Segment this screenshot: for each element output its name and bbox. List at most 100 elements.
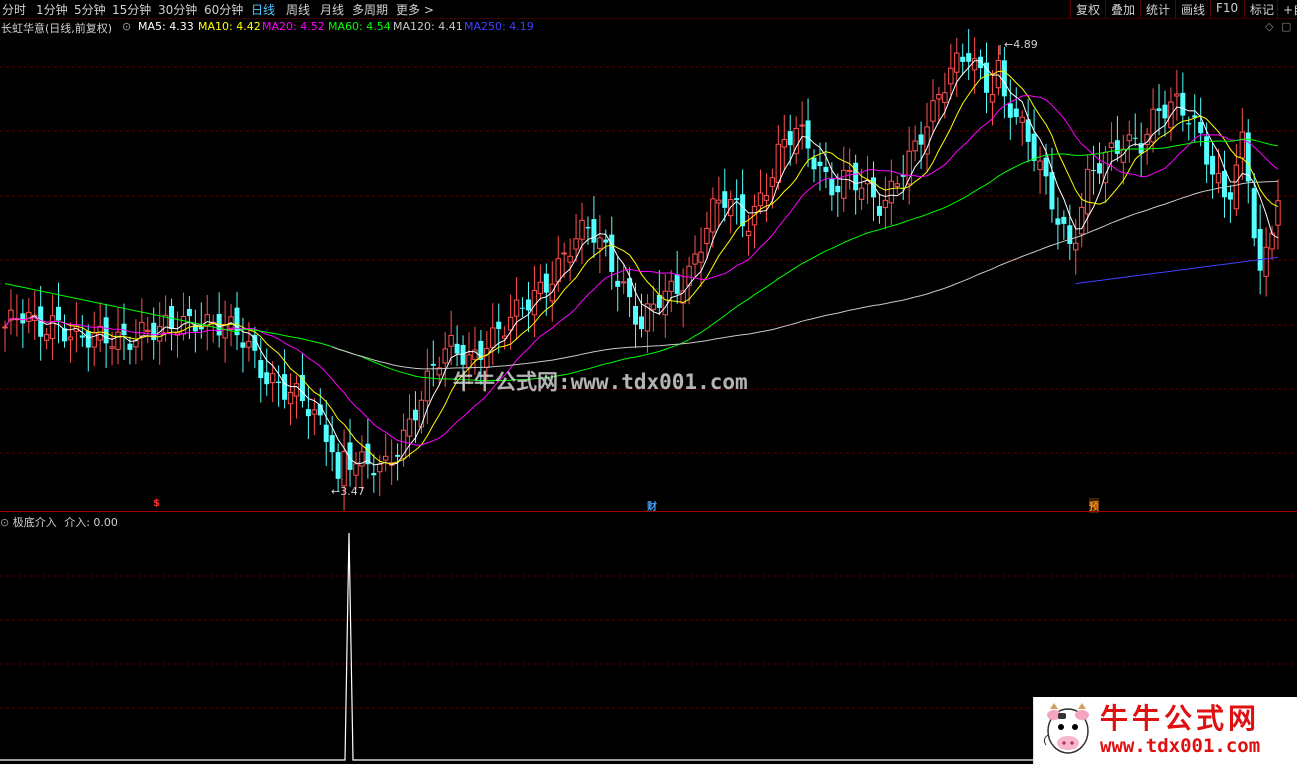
- panel-divider[interactable]: [0, 511, 1297, 512]
- candle-body-down: [829, 178, 835, 196]
- candle-body-down: [543, 273, 549, 293]
- candle-body-up: [567, 255, 573, 263]
- logo-url: www.tdx001.com: [1100, 735, 1261, 757]
- candle-body-up: [579, 219, 585, 240]
- candle-body-up: [662, 290, 668, 316]
- candle-body-down: [305, 409, 311, 417]
- candle-body-down: [591, 219, 597, 243]
- candle-body-down: [276, 381, 282, 383]
- logo-title: 牛牛公式网: [1100, 702, 1261, 735]
- candle-body-up: [989, 94, 996, 103]
- candle-body-up: [763, 195, 770, 201]
- candle-body-up: [531, 289, 538, 316]
- candle-body-down: [127, 343, 133, 350]
- candle-body-down: [722, 191, 728, 208]
- candle-body-up: [924, 126, 930, 155]
- candle-body-up: [1263, 246, 1269, 277]
- candle-body-up: [1084, 168, 1091, 215]
- candle-body-down: [1198, 121, 1204, 134]
- candle-body-up: [537, 281, 544, 295]
- candle-body-up: [894, 183, 900, 187]
- candle-body-down: [1067, 225, 1073, 244]
- candle-body-down: [1210, 155, 1216, 175]
- candle-body-up: [650, 303, 657, 310]
- candle-body-up: [222, 324, 228, 339]
- candle-body-up: [942, 92, 948, 103]
- candle-body-down: [817, 161, 823, 166]
- candle-body-up: [745, 230, 752, 236]
- candle-body-up: [43, 333, 50, 341]
- candle-body-up: [97, 325, 103, 341]
- candle-body-up: [507, 316, 514, 331]
- indicator-settings-icon[interactable]: ⊙: [0, 516, 9, 529]
- candle-body-up: [145, 329, 151, 332]
- stock-title: 长虹华意(日线,前复权): [1, 22, 113, 35]
- indicator-value: 介入: 0.00: [64, 516, 118, 529]
- candle-body-up: [858, 187, 865, 200]
- expand-icon[interactable]: ▢: [1281, 20, 1291, 33]
- candle-body-down: [603, 239, 609, 243]
- candle-body-down: [1251, 188, 1257, 239]
- candle-body-down: [674, 274, 680, 294]
- candle-body-up: [912, 140, 918, 152]
- candle-body-up: [109, 346, 115, 349]
- indicator-legend: ⊙ 极底介入 介入: 0.00: [0, 514, 118, 530]
- candle-body-down: [1091, 170, 1097, 172]
- high-price-label: ←4.89: [1004, 38, 1038, 51]
- candle-body-down: [853, 162, 859, 191]
- candle-body-down: [1221, 170, 1227, 198]
- candle-body-down: [430, 363, 436, 366]
- marker-dollar[interactable]: $: [153, 498, 160, 509]
- candle-body-down: [1180, 92, 1186, 116]
- candle-body-up: [692, 253, 698, 265]
- candle-body-up: [377, 463, 383, 473]
- candle-body-down: [20, 313, 26, 324]
- candle-body-down: [1227, 192, 1233, 200]
- candle-body-up: [448, 334, 454, 347]
- candle-body-up: [490, 327, 496, 348]
- candle-body-up: [311, 409, 318, 415]
- candle-body-up: [49, 315, 56, 339]
- candle-body-up: [620, 281, 627, 284]
- candle-body-up: [555, 258, 561, 283]
- marker-dollar-text: $: [153, 498, 160, 509]
- high-value: 4.89: [1013, 38, 1038, 51]
- diamond-icon[interactable]: ◇: [1265, 20, 1273, 33]
- candle-body-up: [341, 451, 347, 487]
- ma250-label: MA250: 4.19: [464, 20, 534, 33]
- candle-body-down: [335, 452, 341, 479]
- candle-body-down: [1186, 123, 1192, 125]
- candle-body-up: [888, 180, 895, 204]
- candle-body-up: [162, 314, 169, 334]
- low-value: 3.47: [340, 485, 365, 498]
- candle-body-down: [1061, 216, 1067, 224]
- ma5-line: [4, 60, 1279, 466]
- candle-body-up: [513, 299, 520, 317]
- candle-body-down: [103, 317, 109, 344]
- candle-body-up: [757, 192, 764, 207]
- candle-body-down: [787, 131, 793, 146]
- candle-body-down: [496, 321, 502, 329]
- candle-body-up: [930, 100, 936, 122]
- candle-body-down: [258, 360, 264, 379]
- candle-body-up: [424, 370, 431, 402]
- candle-body-down: [1043, 157, 1049, 177]
- ma250-line: [1075, 256, 1279, 285]
- candle-body-up: [287, 391, 294, 405]
- candle-body-up: [882, 199, 889, 209]
- candle-body-up: [484, 347, 490, 368]
- candle-body-up: [597, 237, 603, 249]
- candle-body-up: [799, 124, 805, 127]
- settings-circle-icon[interactable]: ⊙: [122, 20, 131, 33]
- candle-body-up: [573, 238, 579, 250]
- candle-body-up: [26, 311, 32, 322]
- candle-body-down: [639, 316, 644, 330]
- candle-body-up: [1275, 200, 1281, 226]
- cow-icon: [1043, 703, 1089, 754]
- candle-body-down: [1001, 60, 1007, 97]
- candle-body-up: [1126, 134, 1132, 142]
- candle-body-down: [1049, 172, 1055, 210]
- candle-body-up: [406, 418, 413, 437]
- candle-body-down: [585, 227, 591, 229]
- candle-body-up: [383, 455, 389, 461]
